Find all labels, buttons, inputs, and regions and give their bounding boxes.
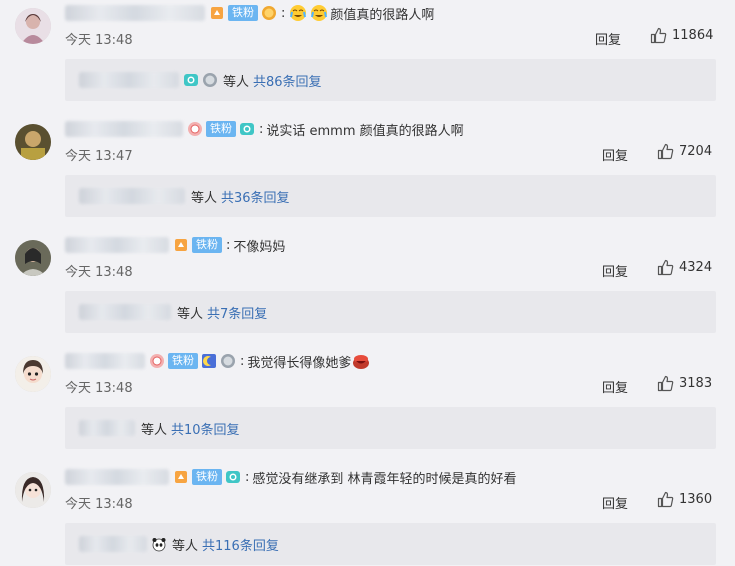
emoji-icon <box>351 352 371 370</box>
fan-tag[interactable]: 铁粉 <box>206 121 236 137</box>
view-replies-link[interactable]: 共10条回复 <box>171 419 240 438</box>
like-count: 4324 <box>679 260 713 275</box>
reply-button[interactable]: 回复 <box>602 261 628 280</box>
comment-text: 感觉没有继承到 林青霞年轻的时候是真的好看 <box>252 471 517 487</box>
like-button[interactable]: 3183 <box>657 375 712 392</box>
reply-etc-label: 等人 <box>191 190 218 206</box>
avatar[interactable] <box>15 472 51 508</box>
moon-icon <box>201 353 217 369</box>
reply-usernames-blurred <box>79 536 147 552</box>
view-replies-link[interactable]: 共116条回复 <box>202 535 279 554</box>
like-count: 7204 <box>679 144 713 159</box>
level-badge-icon <box>149 353 165 369</box>
like-button[interactable]: 1360 <box>657 491 712 508</box>
reply-usernames-blurred <box>79 420 135 436</box>
reply-usernames-blurred <box>79 72 179 88</box>
comment-header: 铁粉 : 我觉得长得像她爹 <box>65 351 372 371</box>
thumbs-up-icon <box>657 143 674 160</box>
reply-etc-label: 等人 <box>223 74 250 90</box>
comment-item: 铁粉 : 说实话 emmm 颜值真的很路人啊 今天 13:47 回复 7204 … <box>0 116 735 232</box>
reply-button[interactable]: 回复 <box>602 145 628 164</box>
medal-icon <box>220 353 236 369</box>
view-replies-link[interactable]: 共7条回复 <box>207 303 267 322</box>
comment-item: 铁粉 : 不像妈妈 今天 13:48 回复 4324 等人 共7条回复 <box>0 232 735 348</box>
username-blurred[interactable] <box>65 469 169 485</box>
sub-replies-box: 等人 共116条回复 <box>65 523 716 565</box>
fan-tag[interactable]: 铁粉 <box>192 237 222 253</box>
like-button[interactable]: 11864 <box>650 27 713 44</box>
comment-text: 颜值真的很路人啊 <box>330 7 435 23</box>
emoji-icon <box>309 4 329 22</box>
colon: : <box>259 121 264 137</box>
level-badge-icon <box>173 237 189 253</box>
reply-button[interactable]: 回复 <box>602 377 628 396</box>
colon: : <box>226 237 231 253</box>
reply-etc-label: 等人 <box>177 306 204 322</box>
fan-tag[interactable]: 铁粉 <box>192 469 222 485</box>
camera-icon <box>183 72 199 88</box>
comment-time: 今天 13:48 <box>65 381 133 396</box>
reply-button[interactable]: 回复 <box>602 493 628 512</box>
comment-header: 铁粉 : 感觉没有继承到 林青霞年轻的时候是真的好看 <box>65 467 517 487</box>
sub-replies-box: 等人 共36条回复 <box>65 175 716 217</box>
username-blurred[interactable] <box>65 121 183 137</box>
username-blurred[interactable] <box>65 237 169 253</box>
comment-text: 说实话 emmm 颜值真的很路人啊 <box>266 123 464 139</box>
comment-time: 今天 13:48 <box>65 497 133 512</box>
like-button[interactable]: 4324 <box>657 259 712 276</box>
thumbs-up-icon <box>650 27 667 44</box>
emoji-icon <box>288 4 308 22</box>
colon: : <box>281 5 286 21</box>
avatar[interactable] <box>15 240 51 276</box>
sub-replies-box: 等人 共7条回复 <box>65 291 716 333</box>
comment-item: 铁粉 : 颜值真的很路人啊 今天 13:48 回复 11864 等人 共86条回… <box>0 0 735 116</box>
username-blurred[interactable] <box>65 353 145 369</box>
camera-icon <box>225 469 241 485</box>
thumbs-up-icon <box>657 491 674 508</box>
username-blurred[interactable] <box>65 5 205 21</box>
avatar[interactable] <box>15 356 51 392</box>
reply-usernames-blurred <box>79 188 185 204</box>
reply-usernames-blurred <box>79 304 171 320</box>
reply-etc-label: 等人 <box>141 422 168 438</box>
comment-header: 铁粉 : 颜值真的很路人啊 <box>65 3 434 23</box>
comment-item: 铁粉 : 我觉得长得像她爹 今天 13:48 回复 3183 等人 共10条回复 <box>0 348 735 464</box>
level-badge-icon <box>173 469 189 485</box>
comment-time: 今天 13:48 <box>65 265 133 280</box>
medal-icon <box>202 72 218 88</box>
colon: : <box>245 469 250 485</box>
view-replies-link[interactable]: 共86条回复 <box>253 71 322 90</box>
like-button[interactable]: 7204 <box>657 143 712 160</box>
comment-text: 不像妈妈 <box>233 239 286 255</box>
comment-text: 我觉得长得像她爹 <box>247 355 352 371</box>
level-badge-icon <box>209 5 225 21</box>
fan-tag[interactable]: 铁粉 <box>228 5 258 21</box>
thumbs-up-icon <box>657 375 674 392</box>
avatar[interactable] <box>15 124 51 160</box>
fan-tag[interactable]: 铁粉 <box>168 353 198 369</box>
thumbs-up-icon <box>657 259 674 276</box>
avatar[interactable] <box>15 8 51 44</box>
reply-etc-label: 等人 <box>172 538 199 554</box>
reply-button[interactable]: 回复 <box>595 29 621 48</box>
sub-replies-box: 等人 共10条回复 <box>65 407 716 449</box>
comment-time: 今天 13:47 <box>65 149 133 164</box>
medal-icon <box>261 5 277 21</box>
sub-replies-box: 等人 共86条回复 <box>65 59 716 101</box>
view-replies-link[interactable]: 共36条回复 <box>221 187 290 206</box>
like-count: 1360 <box>679 492 713 507</box>
comment-header: 铁粉 : 说实话 emmm 颜值真的很路人啊 <box>65 119 464 139</box>
comment-header: 铁粉 : 不像妈妈 <box>65 235 285 255</box>
level-badge-icon <box>187 121 203 137</box>
comment-feed: 铁粉 : 颜值真的很路人啊 今天 13:48 回复 11864 等人 共86条回… <box>0 0 735 566</box>
camera-icon <box>239 121 255 137</box>
colon: : <box>240 353 245 369</box>
panda-icon <box>151 536 167 552</box>
like-count: 3183 <box>679 376 713 391</box>
like-count: 11864 <box>672 28 714 43</box>
comment-time: 今天 13:48 <box>65 33 133 48</box>
comment-item: 铁粉 : 感觉没有继承到 林青霞年轻的时候是真的好看 今天 13:48 回复 1… <box>0 464 735 566</box>
